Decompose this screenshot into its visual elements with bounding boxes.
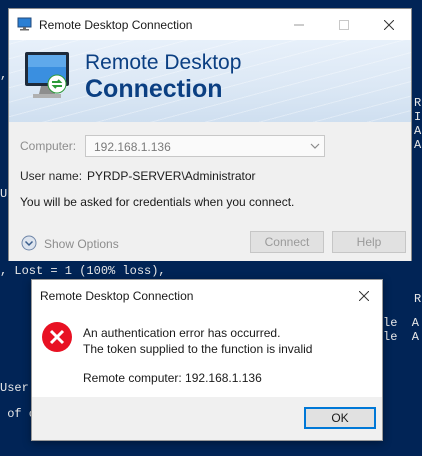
console-line: , [0, 68, 8, 82]
maximize-button[interactable] [321, 9, 366, 40]
console-line: R [414, 292, 422, 306]
console-line: R [414, 96, 422, 110]
error-dialog-titlebar[interactable]: Remote Desktop Connection [32, 280, 382, 310]
help-button[interactable]: Help [332, 231, 406, 253]
computer-value: 192.168.1.136 [94, 140, 171, 154]
error-message-line2: The token supplied to the function is in… [83, 342, 313, 356]
close-icon [358, 290, 370, 302]
console-line: I [414, 110, 422, 124]
expand-options-icon[interactable] [21, 235, 37, 251]
console-line: , Lost = 1 (100% loss), [0, 264, 166, 278]
remote-desktop-app-icon [17, 17, 32, 31]
computer-label: Computer: [20, 139, 77, 153]
show-options-link[interactable]: Show Options [44, 237, 119, 251]
error-close-button[interactable] [346, 280, 382, 310]
console-line: le A [383, 316, 420, 330]
banner-title-line1: Remote Desktop [85, 51, 242, 74]
console-line: User [0, 381, 29, 395]
error-message-line1: An authentication error has occurred. [83, 326, 281, 340]
banner-title-line2: Connection [85, 75, 223, 103]
rdc-titlebar[interactable]: Remote Desktop Connection [9, 9, 411, 40]
rdc-window-title: Remote Desktop Connection [39, 18, 193, 32]
connect-button[interactable]: Connect [250, 231, 324, 253]
console-line: U [0, 187, 8, 201]
ok-button[interactable]: OK [304, 407, 376, 429]
username-value: PYRDP-SERVER\Administrator [87, 169, 256, 183]
credentials-note: You will be asked for credentials when y… [20, 195, 295, 209]
chevron-down-icon [310, 143, 320, 149]
minimize-icon [293, 24, 304, 26]
maximize-icon [338, 19, 349, 30]
rdc-banner: Remote Desktop Connection [9, 40, 411, 122]
rdc-window: Remote Desktop Connection Remote Desktop… [8, 8, 412, 261]
console-line: A [414, 138, 422, 152]
remote-desktop-logo-icon [25, 52, 69, 98]
remote-computer-text: Remote computer: 192.168.1.136 [83, 371, 262, 385]
console-line: A [414, 124, 422, 138]
close-icon [383, 19, 394, 31]
error-dialog-title: Remote Desktop Connection [40, 289, 194, 303]
error-icon [42, 322, 72, 352]
username-label: User name: [20, 169, 83, 183]
computer-select[interactable]: 192.168.1.136 [85, 135, 325, 157]
close-button[interactable] [366, 9, 411, 40]
minimize-button[interactable] [276, 9, 321, 40]
error-dialog: Remote Desktop Connection An authenticat… [31, 279, 383, 441]
console-line: le A [383, 330, 420, 344]
